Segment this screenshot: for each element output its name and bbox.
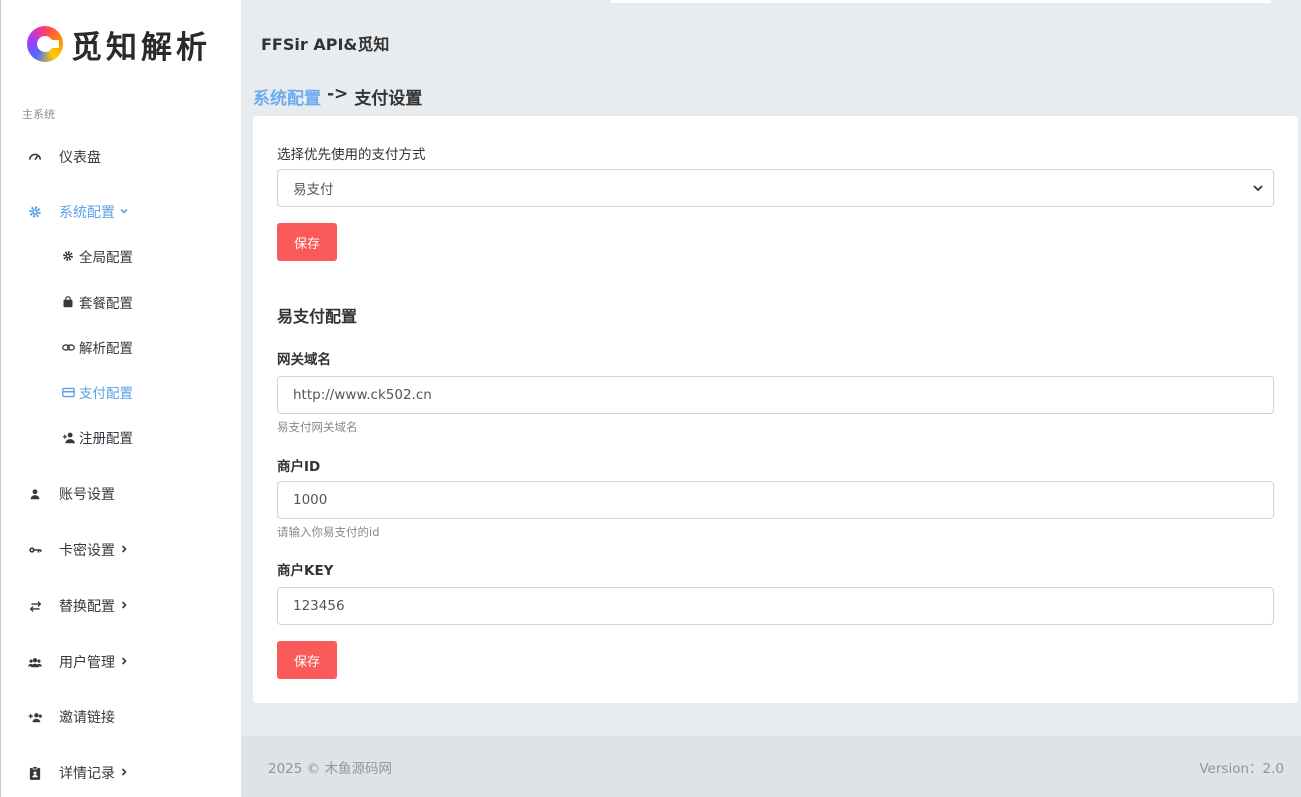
sidebar-item-dashboard[interactable]: 仪表盘 bbox=[1, 139, 241, 175]
user-plus-icon bbox=[27, 709, 43, 725]
logo[interactable]: 觅知解析 bbox=[27, 24, 211, 66]
cog-icon bbox=[61, 249, 75, 263]
footer-version: Version：2.0 bbox=[1199, 761, 1284, 777]
gateway-value: http://www.ck502.cn bbox=[293, 387, 432, 403]
chevron-down-icon bbox=[119, 206, 129, 219]
swap-icon bbox=[27, 598, 43, 614]
footer: 2025 © 木鱼源码网 Version：2.0 bbox=[241, 736, 1301, 797]
sidebar-subitem-global-config[interactable]: 全局配置 bbox=[1, 241, 241, 271]
clipboard-icon bbox=[27, 765, 43, 781]
merchant-key-label: 商户KEY bbox=[277, 563, 334, 579]
sidebar-item-detail-records[interactable]: 详情记录 bbox=[1, 755, 241, 791]
sidebar-item-label: 仪表盘 bbox=[59, 150, 101, 166]
gateway-input[interactable]: http://www.ck502.cn bbox=[277, 376, 1274, 414]
gateway-hint: 易支付网关域名 bbox=[277, 420, 358, 434]
sidebar-subitem-package-config[interactable]: 套餐配置 bbox=[1, 287, 241, 317]
sidebar-subitem-parse-config[interactable]: 解析配置 bbox=[1, 332, 241, 362]
sidebar-item-card-settings[interactable]: 卡密设置 bbox=[1, 532, 241, 568]
payment-method-label: 选择优先使用的支付方式 bbox=[277, 147, 426, 163]
merchant-id-hint: 请输入你易支付的id bbox=[277, 525, 380, 539]
sidebar-item-label: 替换配置 bbox=[59, 599, 115, 615]
sidebar-section-label: 主系统 bbox=[22, 108, 55, 121]
chevron-right-icon bbox=[119, 544, 129, 557]
footer-copyright: 2025 © 木鱼源码网 bbox=[268, 761, 392, 777]
bag-icon bbox=[61, 295, 75, 309]
sidebar-subitem-label: 支付配置 bbox=[79, 386, 133, 402]
sidebar-subitem-label: 全局配置 bbox=[79, 250, 133, 266]
breadcrumb-current: 支付设置 bbox=[354, 89, 423, 109]
chevron-right-icon bbox=[119, 600, 129, 613]
sidebar-item-replace-config[interactable]: 替换配置 bbox=[1, 588, 241, 624]
sidebar-item-invite-link[interactable]: 邀请链接 bbox=[1, 699, 241, 735]
sidebar-subitem-label: 注册配置 bbox=[79, 431, 133, 447]
breadcrumb-parent-link[interactable]: 系统配置 bbox=[253, 84, 321, 109]
sidebar-item-label: 账号设置 bbox=[59, 487, 115, 503]
logo-icon bbox=[27, 26, 63, 62]
sidebar-subitem-payment-config[interactable]: 支付配置 bbox=[1, 377, 241, 407]
payment-method-select[interactable]: 易支付 bbox=[277, 169, 1274, 207]
sidebar-item-label: 详情记录 bbox=[59, 766, 115, 782]
sidebar: 觅知解析 主系统 仪表盘 系统配置 全局配置 套餐配置 解析配置 支付配置 注册… bbox=[0, 0, 241, 797]
sidebar-subitem-register-config[interactable]: 注册配置 bbox=[1, 422, 241, 452]
gauge-icon bbox=[27, 149, 43, 165]
chevron-right-icon bbox=[119, 656, 129, 669]
payment-settings-card: 选择优先使用的支付方式 易支付 保存 易支付配置 网关域名 http://www… bbox=[253, 116, 1298, 703]
user-add-icon bbox=[61, 430, 75, 444]
users-icon bbox=[27, 654, 43, 670]
gateway-label: 网关域名 bbox=[277, 352, 331, 368]
chevron-right-icon bbox=[119, 767, 129, 780]
merchant-id-input[interactable]: 1000 bbox=[277, 481, 1274, 519]
sidebar-item-label: 系统配置 bbox=[59, 205, 115, 221]
top-header: FFSir API&觅知 bbox=[241, 0, 1301, 76]
sidebar-subitem-label: 解析配置 bbox=[79, 341, 133, 357]
key-icon bbox=[27, 542, 43, 558]
user-icon bbox=[27, 486, 43, 502]
save-payment-method-button[interactable]: 保存 bbox=[277, 223, 337, 261]
merchant-id-label: 商户ID bbox=[277, 459, 321, 475]
sidebar-item-label: 卡密设置 bbox=[59, 543, 115, 559]
sidebar-subitem-label: 套餐配置 bbox=[79, 296, 133, 312]
breadcrumb-separator: -> bbox=[327, 84, 349, 104]
card-icon bbox=[61, 385, 75, 399]
merchant-key-value: 123456 bbox=[293, 598, 345, 614]
gear-icon bbox=[27, 204, 43, 220]
sidebar-item-system-config[interactable]: 系统配置 bbox=[1, 194, 241, 230]
app-title: FFSir API&觅知 bbox=[261, 35, 390, 54]
breadcrumb: 系统配置 -> 支付设置 bbox=[253, 84, 422, 109]
save-epay-config-button[interactable]: 保存 bbox=[277, 641, 337, 679]
scroll-indicator bbox=[611, 0, 1271, 3]
sidebar-item-account-settings[interactable]: 账号设置 bbox=[1, 476, 241, 512]
link-icon bbox=[61, 340, 75, 354]
sidebar-item-label: 邀请链接 bbox=[59, 710, 115, 726]
epay-section-title: 易支付配置 bbox=[277, 307, 358, 326]
sidebar-item-label: 用户管理 bbox=[59, 655, 115, 671]
merchant-key-input[interactable]: 123456 bbox=[277, 587, 1274, 625]
logo-text: 觅知解析 bbox=[71, 29, 211, 66]
chevron-down-icon bbox=[1251, 181, 1265, 195]
sidebar-item-user-management[interactable]: 用户管理 bbox=[1, 644, 241, 680]
payment-method-value: 易支付 bbox=[293, 182, 334, 198]
merchant-id-value: 1000 bbox=[293, 492, 328, 508]
